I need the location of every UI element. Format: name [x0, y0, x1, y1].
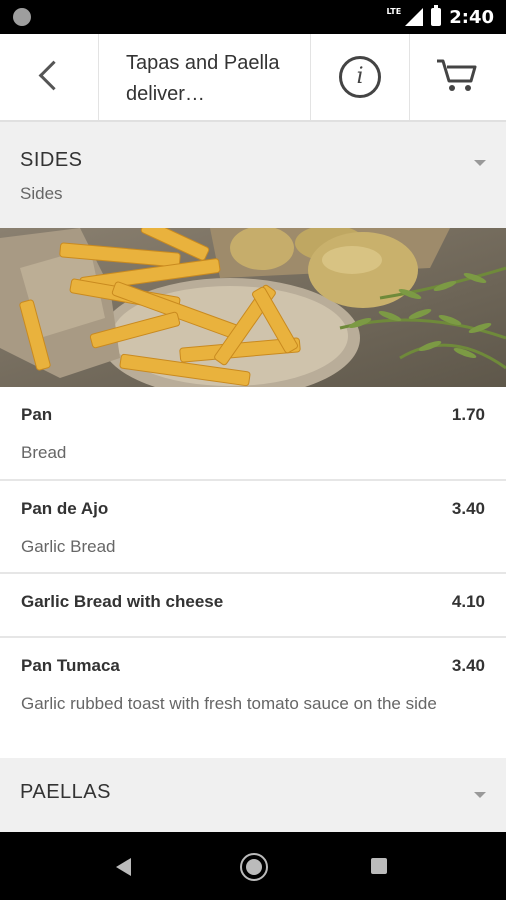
notification-icon: [13, 8, 31, 26]
section-title: SIDES: [20, 149, 83, 171]
nav-home-icon[interactable]: [240, 853, 268, 881]
info-button[interactable]: i: [310, 34, 410, 120]
item-description: Garlic rubbed toast with fresh tomato sa…: [21, 694, 437, 713]
lte-label: LTE: [386, 6, 402, 16]
menu-item[interactable]: Pan 1.70 Bread: [0, 387, 506, 481]
item-price: 3.40: [451, 656, 485, 675]
section-header-paellas[interactable]: PAELLAS: [0, 758, 506, 832]
cart-icon: [437, 59, 477, 91]
back-button[interactable]: [0, 34, 99, 120]
item-price: 1.70: [451, 405, 485, 424]
nav-back-icon[interactable]: [116, 858, 131, 876]
chevron-down-icon: [474, 792, 486, 798]
nav-recents-icon[interactable]: [371, 858, 387, 874]
menu-item[interactable]: Pan Tumaca 3.40 Garlic rubbed toast with…: [0, 638, 506, 756]
item-name: Pan de Ajo: [21, 499, 109, 518]
item-description: Bread: [21, 443, 67, 462]
item-name: Garlic Bread with cheese: [21, 592, 224, 611]
cart-button[interactable]: [409, 34, 506, 120]
header-title-area: Tapas and Paella deliver…: [98, 34, 311, 120]
item-name: Pan: [21, 405, 53, 424]
page-title: Tapas and Paella deliver…: [126, 52, 280, 105]
item-description: Garlic Bread: [21, 537, 116, 556]
section-header-sides[interactable]: SIDES Sides: [0, 122, 506, 228]
status-time: 2:40: [449, 6, 494, 28]
section-image: [0, 228, 506, 387]
item-price: 3.40: [451, 499, 485, 518]
menu-item[interactable]: Garlic Bread with cheese 4.10: [0, 574, 506, 638]
status-bar: LTE 2:40: [0, 0, 506, 34]
chevron-down-icon: [474, 160, 486, 166]
system-nav-bar: [0, 832, 506, 900]
section-title: PAELLAS: [20, 781, 111, 803]
menu-item[interactable]: Pan de Ajo 3.40 Garlic Bread: [0, 481, 506, 574]
app-bar: Tapas and Paella deliver… i: [0, 34, 506, 122]
item-price: 4.10: [451, 592, 485, 611]
signal-icon: [405, 8, 424, 26]
battery-icon: [431, 5, 442, 26]
section-subtitle: Sides: [20, 184, 63, 203]
info-icon: i: [339, 56, 381, 98]
item-name: Pan Tumaca: [21, 656, 120, 675]
